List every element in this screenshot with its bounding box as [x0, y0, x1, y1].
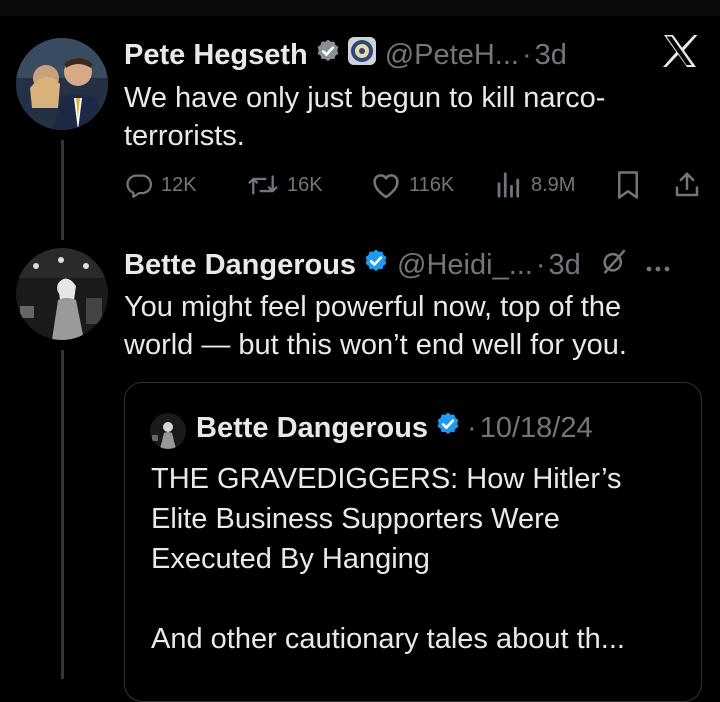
avatar-bette-image: [16, 248, 108, 340]
quoted-tweet-card[interactable]: Bette Dangerous · 10/18/24 THE GRAVEDIGG…: [124, 382, 702, 702]
reply-text: You might feel powerful now, top of the …: [124, 288, 627, 364]
verified-badge-icon: [435, 411, 461, 445]
quote-text: THE GRAVEDIGGERS: How Hitler’s Elite Bus…: [151, 459, 625, 659]
reply-button[interactable]: 12K: [124, 170, 197, 200]
top-strip: [0, 0, 720, 16]
tweet-text-line1: We have only just begun to kill narco-: [124, 82, 606, 114]
author-name[interactable]: Pete Hegseth: [124, 39, 308, 72]
separator-dot: ·: [535, 248, 546, 281]
quote-line1: THE GRAVEDIGGERS: How Hitler’s: [151, 463, 622, 495]
share-icon: [675, 172, 699, 197]
repost-count: 16K: [287, 173, 323, 196]
quote-avatar: [150, 413, 186, 449]
bookmark-button[interactable]: [614, 170, 642, 200]
like-count: 116K: [409, 173, 455, 196]
views-button[interactable]: 8.9M: [494, 170, 575, 200]
government-seal-icon: [347, 36, 377, 74]
reply-handle[interactable]: @Heidi_...: [397, 249, 533, 282]
author-handle[interactable]: @PeteH...: [385, 39, 519, 72]
separator-dot: ·: [467, 411, 477, 444]
quote-line4: And other cautionary tales about th...: [151, 623, 625, 655]
verified-badge-icon: [315, 38, 341, 72]
x-logo-icon: [662, 34, 698, 73]
heart-icon: [373, 174, 399, 199]
reply-text-line2: world — but this won’t end well for you.: [124, 329, 627, 361]
thread-line-upper: [61, 140, 64, 240]
repost-button[interactable]: 16K: [246, 170, 323, 200]
avatar-bette[interactable]: [16, 248, 108, 340]
quote-date: 10/18/24: [479, 411, 593, 444]
avatar-pete[interactable]: [16, 38, 108, 130]
verified-badge-icon: [363, 248, 389, 282]
reply-text-line1: You might feel powerful now, top of the: [124, 291, 622, 323]
reply-count: 12K: [161, 173, 197, 196]
tweet-actions: 12K 16K 116K 8.9M: [124, 170, 706, 204]
reply-icon: [126, 174, 152, 198]
share-button[interactable]: [672, 170, 702, 200]
quote-line3: Executed By Hanging: [151, 543, 430, 575]
tweet-time[interactable]: 3d: [535, 39, 567, 72]
bookmark-icon: [618, 171, 638, 199]
reply-author-name[interactable]: Bette Dangerous: [124, 249, 356, 282]
avatar-pete-image: [16, 38, 108, 130]
reply-time[interactable]: 3d: [549, 249, 581, 282]
reply-header: Bette Dangerous @Heidi_... · 3d: [124, 246, 671, 284]
tweet-text: We have only just begun to kill narco- t…: [124, 79, 605, 155]
repost-icon: [248, 175, 278, 195]
views-count: 8.9M: [531, 173, 576, 196]
quote-header: Bette Dangerous · 10/18/24: [196, 411, 593, 445]
more-icon[interactable]: [645, 249, 671, 282]
like-button[interactable]: 116K: [370, 170, 454, 200]
quote-author-name: Bette Dangerous: [196, 411, 429, 444]
tweet-text-line2: terrorists.: [124, 120, 245, 152]
thread-line-lower: [61, 350, 64, 679]
quote-line2: Elite Business Supporters Were: [151, 503, 560, 535]
grok-icon[interactable]: [599, 246, 629, 284]
tweet-header: Pete Hegseth @PeteH... · 3d: [124, 36, 567, 74]
views-icon: [497, 172, 520, 198]
separator-dot: ·: [521, 38, 532, 71]
